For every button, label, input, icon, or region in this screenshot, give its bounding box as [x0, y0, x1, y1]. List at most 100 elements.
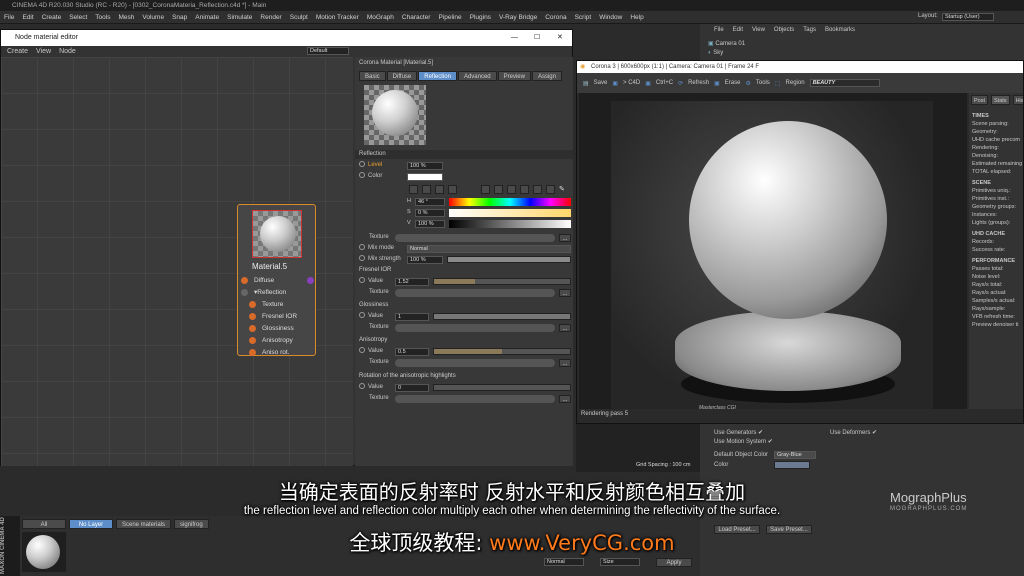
refresh-icon[interactable]: ⟳ [678, 80, 683, 87]
port-fresnel-ior[interactable]: Fresnel IOR [238, 310, 315, 322]
node-editor-dropdown[interactable]: Default [307, 47, 349, 55]
tab-advanced[interactable]: Advanced [457, 71, 497, 81]
texture-options-button[interactable]: ... [559, 234, 571, 242]
menu-item-create[interactable]: Create [42, 14, 62, 21]
render-view[interactable]: Masterclass CGI [579, 93, 967, 411]
mix-strength-field[interactable]: 100 % [407, 256, 443, 264]
vfb-refresh-button[interactable]: Refresh [688, 80, 709, 86]
tab-basic[interactable]: Basic [359, 71, 386, 81]
tab-stats[interactable]: Stats [991, 95, 1010, 105]
menu-item-snap[interactable]: Snap [172, 14, 187, 21]
port-dot[interactable] [249, 312, 256, 320]
rotation-value-field[interactable]: 0 [395, 384, 429, 392]
hue-slider[interactable] [449, 198, 571, 206]
animate-icon[interactable] [359, 383, 365, 390]
om-menu-tags[interactable]: Tags [803, 27, 816, 33]
h-field[interactable]: 46 ° [415, 198, 445, 206]
animate-icon[interactable] [359, 172, 365, 179]
vfb-copy-button[interactable]: Ctrl+C [656, 80, 673, 86]
animate-icon[interactable] [359, 255, 365, 262]
menu-item-select[interactable]: Select [69, 14, 87, 21]
om-item-camera[interactable]: ▣ Camera 01 [708, 40, 745, 47]
menu-item-volume[interactable]: Volume [142, 14, 164, 21]
animate-icon[interactable] [359, 347, 365, 354]
picker-rgb-icon[interactable] [481, 185, 490, 194]
copy-icon[interactable]: ▣ [645, 80, 651, 87]
menu-item-pipeline[interactable]: Pipeline [438, 14, 461, 21]
port-dot[interactable] [249, 336, 256, 344]
menu-item-plugins[interactable]: Plugins [470, 14, 491, 21]
save-icon[interactable]: ▤ [583, 80, 589, 87]
material-node[interactable]: Material.5 Diffuse ▾ Reflection Texture F… [237, 204, 316, 356]
checkmark-icon[interactable]: ✔ [758, 430, 763, 436]
mix-mode-dropdown[interactable]: Normal [407, 245, 571, 253]
menu-item-simulate[interactable]: Simulate [227, 14, 252, 21]
port-aniso-rot[interactable]: Aniso rot. [238, 346, 315, 358]
menu-item-help[interactable]: Help [630, 14, 643, 21]
om-menu-objects[interactable]: Objects [774, 27, 794, 33]
mix-strength-slider[interactable] [447, 256, 571, 263]
saturation-slider[interactable] [449, 209, 571, 217]
node-menu-create[interactable]: Create [7, 48, 28, 55]
anisotropy-slider[interactable] [433, 348, 571, 355]
glossiness-texture-options-button[interactable]: ... [559, 324, 571, 332]
coordinate-mode-dropdown[interactable]: Normal [544, 558, 584, 566]
apply-button[interactable]: Apply [656, 558, 692, 567]
menu-item-sculpt[interactable]: Sculpt [290, 14, 308, 21]
checkmark-icon[interactable]: ✔ [768, 439, 773, 445]
vfb-to-c4d-button[interactable]: > C4D [623, 80, 640, 86]
menu-item-animate[interactable]: Animate [195, 14, 219, 21]
anisotropy-value-field[interactable]: 0.5 [395, 348, 429, 356]
menu-item-script[interactable]: Script [575, 14, 592, 21]
fresnel-texture-options-button[interactable]: ... [559, 289, 571, 297]
fresnel-value-field[interactable]: 1.52 [395, 278, 429, 286]
om-menu-view[interactable]: View [752, 27, 765, 33]
anisotropy-texture-slot[interactable] [395, 359, 555, 367]
region-icon[interactable]: ⬚ [775, 80, 781, 87]
value-slider[interactable] [449, 220, 571, 228]
om-menu-bookmarks[interactable]: Bookmarks [825, 27, 855, 33]
tab-history[interactable]: His [1012, 95, 1023, 105]
om-menu-edit[interactable]: Edit [733, 27, 743, 33]
picker-mixer-icon[interactable] [520, 185, 529, 194]
menu-item-character[interactable]: Character [402, 14, 431, 21]
s-field[interactable]: 0 % [415, 209, 445, 217]
port-texture[interactable]: Texture [238, 298, 315, 310]
menu-item-v-ray-bridge[interactable]: V-Ray Bridge [499, 14, 537, 21]
port-diffuse[interactable]: Diffuse [238, 274, 315, 286]
vfb-erase-button[interactable]: Erase [725, 80, 741, 86]
rotation-texture-options-button[interactable]: ... [559, 395, 571, 403]
viewport-fragment[interactable]: Grid Spacing : 100 cm [576, 424, 700, 472]
rotation-slider[interactable] [433, 384, 571, 391]
color-swatch[interactable] [407, 173, 443, 181]
picker-image-icon[interactable] [448, 185, 457, 194]
fresnel-texture-slot[interactable] [395, 289, 555, 297]
fresnel-slider[interactable] [433, 278, 571, 285]
menu-item-mesh[interactable]: Mesh [118, 14, 134, 21]
vfb-tools-button[interactable]: Tools [756, 80, 770, 86]
om-item-sky[interactable]: ◐ Sky [708, 50, 723, 56]
port-dot[interactable] [241, 276, 248, 284]
port-dot[interactable] [241, 288, 248, 296]
level-field[interactable]: 100 % [407, 162, 443, 170]
texture-slot[interactable] [395, 234, 555, 242]
c4d-icon[interactable]: ▣ [612, 80, 618, 87]
anisotropy-texture-options-button[interactable]: ... [559, 359, 571, 367]
port-glossiness[interactable]: Glossiness [238, 322, 315, 334]
tab-post[interactable]: Post [971, 95, 989, 105]
menu-item-mograph[interactable]: MoGraph [367, 14, 394, 21]
tab-assign[interactable]: Assign [531, 71, 562, 81]
v-field[interactable]: 100 % [415, 220, 445, 228]
menu-item-window[interactable]: Window [599, 14, 622, 21]
menu-item-motion-tracker[interactable]: Motion Tracker [316, 14, 359, 21]
node-menu-node[interactable]: Node [59, 48, 76, 55]
port-anisotropy[interactable]: Anisotropy [238, 334, 315, 346]
glossiness-slider[interactable] [433, 313, 571, 320]
rotation-texture-slot[interactable] [395, 395, 555, 403]
animate-icon[interactable] [359, 277, 365, 284]
picker-grid-icon[interactable] [546, 185, 555, 194]
animate-icon[interactable] [359, 244, 365, 251]
menu-item-edit[interactable]: Edit [22, 14, 33, 21]
menu-item-tools[interactable]: Tools [95, 14, 110, 21]
menu-item-file[interactable]: File [4, 14, 14, 21]
